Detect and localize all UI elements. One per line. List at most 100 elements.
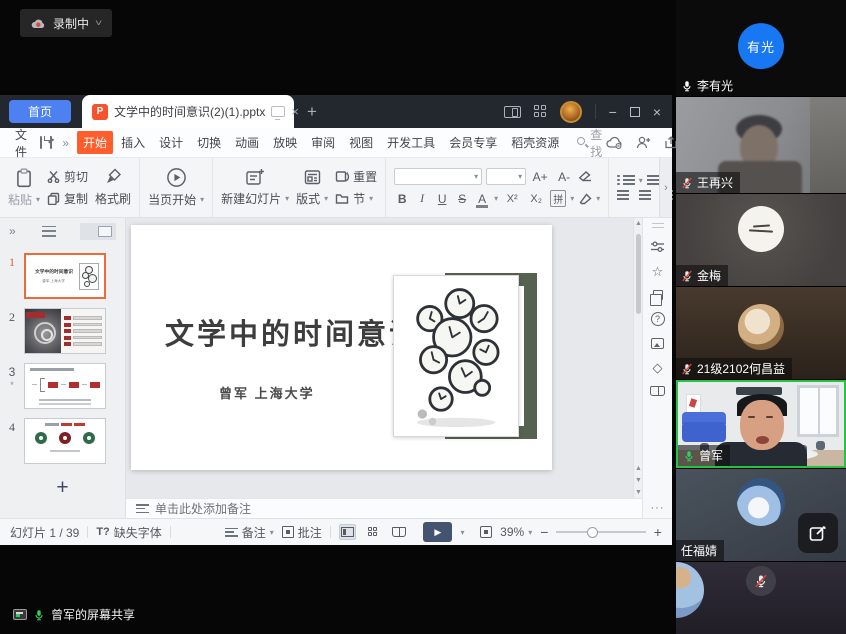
recording-indicator[interactable]: 录制中 ˅: [20, 9, 112, 37]
menu-review[interactable]: 审阅: [305, 131, 341, 154]
format-painter-button[interactable]: 格式刷: [95, 168, 131, 207]
slideshow-play-button[interactable]: ▶: [423, 522, 452, 542]
strikethrough-button[interactable]: S: [454, 192, 470, 206]
vertical-scrollbar[interactable]: ▲ ▲ ▼ ▼: [633, 218, 642, 498]
shrink-font-button[interactable]: A-: [554, 170, 574, 184]
clock-head-image[interactable]: [393, 275, 519, 437]
highlight-pen-icon[interactable]: [578, 193, 592, 205]
zoom-out-button[interactable]: −: [540, 524, 548, 540]
slide-thumbnail[interactable]: [24, 363, 106, 409]
animation-star-icon[interactable]: ☆: [652, 265, 664, 278]
reset-button[interactable]: 重置: [335, 168, 377, 185]
section-button[interactable]: 节▾: [335, 190, 377, 207]
zoom-slider-knob[interactable]: [587, 527, 598, 538]
duplicate-slide-icon[interactable]: [653, 290, 663, 300]
slide-thumbnail-item-1[interactable]: 1 文学中的时间意识 曾军 上海大学: [0, 253, 125, 299]
more-tools-icon[interactable]: »: [62, 136, 69, 150]
participant-tile-partial[interactable]: [676, 562, 846, 634]
participant-tile-zengjun-speaking[interactable]: 曾军: [676, 380, 846, 468]
slide-layout-button[interactable]: 版式▾: [296, 168, 328, 207]
invite-user-icon[interactable]: [636, 136, 651, 149]
slide-thumbnail-item-3[interactable]: 3 *: [0, 363, 125, 409]
tab-close-icon[interactable]: ×: [291, 105, 299, 118]
properties-sliders-icon[interactable]: [650, 240, 665, 253]
participant-tile-wangzaixing[interactable]: 王再兴: [676, 97, 846, 193]
menu-devtools[interactable]: 开发工具: [381, 131, 441, 154]
minimize-button[interactable]: −: [609, 105, 617, 119]
menu-member[interactable]: 会员专享: [443, 131, 503, 154]
italic-button[interactable]: I: [414, 191, 430, 206]
annotate-button[interactable]: [798, 513, 838, 553]
font-size-combo[interactable]: ▾: [486, 168, 526, 185]
slide-thumbnail[interactable]: [24, 308, 106, 354]
new-tab-button[interactable]: +: [307, 102, 317, 122]
font-name-combo[interactable]: ▾: [394, 168, 482, 185]
participant-tile-renfujing[interactable]: 任福婧: [676, 469, 846, 561]
user-avatar[interactable]: [560, 101, 582, 123]
slide-canvas[interactable]: 文学中的时间意识 曾军 上海大学: [126, 218, 642, 498]
numbered-list-icon[interactable]: [647, 175, 659, 177]
maximize-button[interactable]: [630, 107, 640, 117]
underline-button[interactable]: U: [434, 192, 450, 206]
participant-tile-hechangyi[interactable]: 21级2102何昌益: [676, 287, 846, 379]
reading-view-button[interactable]: [390, 524, 407, 540]
comments-button[interactable]: 批注: [282, 524, 322, 541]
normal-view-button[interactable]: [339, 524, 357, 540]
menu-home[interactable]: 开始: [77, 131, 113, 154]
search-box[interactable]: 查找: [577, 126, 606, 160]
copy-button[interactable]: 复制: [47, 190, 88, 207]
slide-thumbnail-selected[interactable]: 文学中的时间意识 曾军 上海大学: [24, 253, 106, 299]
menu-view[interactable]: 视图: [343, 131, 379, 154]
help-icon[interactable]: ?: [651, 312, 665, 326]
menu-transition[interactable]: 切换: [191, 131, 227, 154]
menu-animation[interactable]: 动画: [229, 131, 265, 154]
resource-diamond-icon[interactable]: ◇: [653, 361, 663, 374]
image-tool-icon[interactable]: [651, 338, 664, 349]
reference-book-icon[interactable]: [650, 386, 665, 396]
play-options-caret[interactable]: ▾: [460, 528, 464, 537]
menu-design[interactable]: 设计: [153, 131, 189, 154]
menu-file[interactable]: 文件: [15, 126, 27, 160]
zoom-in-button[interactable]: +: [654, 524, 662, 540]
paste-button[interactable]: 粘贴▾: [8, 168, 40, 208]
add-slide-button[interactable]: +: [56, 477, 68, 498]
present-mode-icon[interactable]: [271, 106, 285, 117]
output-icon[interactable]: [50, 136, 52, 149]
cloud-sync-icon[interactable]: [606, 136, 623, 149]
ribbon-expand-strip[interactable]: ›: [659, 158, 672, 217]
slide-subtitle[interactable]: 曾军 上海大学: [219, 383, 315, 402]
document-tab[interactable]: P 文学中的时间意识(2)(1).pptx ×: [82, 95, 294, 128]
new-slide-button[interactable]: 新建幻灯片▾: [221, 168, 289, 207]
apps-grid-icon[interactable]: [534, 105, 547, 118]
notes-button[interactable]: 备注▾: [225, 524, 274, 541]
slide-sorter-view-button[interactable]: [364, 524, 381, 540]
menu-resources[interactable]: 稻壳资源: [505, 131, 565, 154]
slide-thumbnail-item-4[interactable]: 4: [0, 418, 125, 464]
current-slide[interactable]: 文学中的时间意识 曾军 上海大学: [131, 225, 552, 470]
notes-placeholder[interactable]: 单击此处添加备注: [155, 500, 251, 517]
split-view-icon[interactable]: [504, 106, 521, 118]
chevron-down-icon[interactable]: ˅: [95, 18, 102, 28]
zoom-level[interactable]: 39%▾: [500, 525, 532, 539]
slide-thumbnail-item-2[interactable]: 2: [0, 308, 125, 354]
bold-button[interactable]: B: [394, 192, 410, 206]
zoom-slider[interactable]: [556, 526, 645, 538]
participant-tile-jinmei[interactable]: 金梅: [676, 194, 846, 286]
save-icon[interactable]: [40, 136, 42, 149]
align-center-icon[interactable]: [639, 190, 651, 192]
menu-slideshow[interactable]: 放映: [267, 131, 303, 154]
font-color-button[interactable]: A: [474, 192, 490, 206]
outline-view-icon[interactable]: [42, 226, 56, 237]
drag-handle-icon[interactable]: [652, 223, 664, 228]
expand-panel-icon[interactable]: »: [9, 224, 16, 238]
more-tools-icon[interactable]: ···: [651, 502, 665, 514]
play-from-current-button[interactable]: 当页开始▾: [148, 167, 204, 208]
close-button[interactable]: ×: [653, 105, 661, 119]
slide-title[interactable]: 文学中的时间意识: [165, 311, 421, 353]
superscript-button[interactable]: X²: [502, 193, 522, 205]
participant-tile-liyouguang[interactable]: 有光 李有光: [676, 0, 846, 96]
subscript-button[interactable]: X₂: [526, 193, 546, 205]
grow-font-button[interactable]: A+: [530, 170, 550, 184]
missing-font-button[interactable]: T? 缺失字体: [96, 524, 161, 541]
scrollbar-thumb[interactable]: [636, 234, 641, 314]
